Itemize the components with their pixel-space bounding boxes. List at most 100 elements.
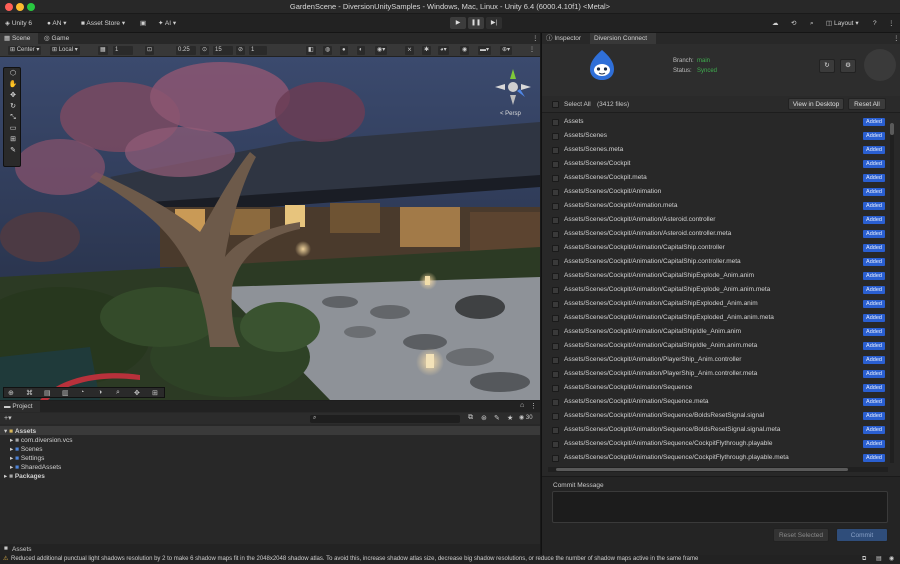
file-row[interactable]: Assets/Scenes/Cockpit/Animation/Sequence… xyxy=(542,437,885,451)
reset-all-button[interactable]: Reset All xyxy=(848,98,886,110)
file-row[interactable]: Assets/Scenes/Cockpit/Animation/CapitalS… xyxy=(542,283,885,297)
file-list-scrollbar-horizontal[interactable] xyxy=(548,467,888,472)
file-row[interactable]: Assets/Scenes Added xyxy=(542,129,885,143)
search-icon[interactable]: ⌕ xyxy=(810,17,814,30)
file-row[interactable]: Assets/Scenes.meta Added xyxy=(542,143,885,157)
file-row[interactable]: Assets/Scenes/Cockpit/Animation.meta Adde… xyxy=(542,199,885,213)
unity-menu-button[interactable]: ◈ Unity 6 xyxy=(5,17,32,30)
pane-menu-icon[interactable]: ⋮ xyxy=(528,33,539,44)
vertical-scroll-thumb[interactable] xyxy=(890,123,894,135)
gizmos-dropdown[interactable]: ⊕▾ xyxy=(500,46,513,55)
file-checkbox[interactable] xyxy=(552,441,559,448)
console-last-message[interactable]: Reduced additional punctual light shadow… xyxy=(11,555,841,564)
file-row[interactable]: Assets/Scenes/Cockpit/Animation/CapitalS… xyxy=(542,241,885,255)
tree-item-settings[interactable]: ▸ ■ Settings xyxy=(10,454,44,462)
file-checkbox[interactable] xyxy=(552,217,559,224)
pivot-dropdown[interactable]: ⊞ Center ▾ xyxy=(8,46,42,55)
project-search-input[interactable]: ⌕ xyxy=(310,415,460,423)
audio-dropdown[interactable]: ◕▾ xyxy=(438,46,449,55)
user-avatar[interactable] xyxy=(864,49,896,81)
shading-wire-icon[interactable]: ◍ xyxy=(323,46,333,55)
file-checkbox[interactable] xyxy=(552,147,559,154)
refresh-button[interactable]: ↻ xyxy=(819,59,835,73)
file-checkbox[interactable] xyxy=(552,385,559,392)
tab-game[interactable]: ◎ Game xyxy=(40,33,78,44)
file-row[interactable]: Assets/Scenes/Cockpit/Animation/CapitalS… xyxy=(542,311,885,325)
overlay-tool-5-icon[interactable]: ◔ xyxy=(80,389,84,396)
project-menu-icon[interactable]: ⋮ xyxy=(530,402,537,410)
debug-icon[interactable]: ⧉ xyxy=(862,555,866,564)
step-button[interactable]: ▶| xyxy=(486,17,502,29)
scale-tool-icon[interactable]: ⤡ xyxy=(6,113,20,123)
file-row[interactable]: Assets/Scenes/Cockpit/Animation/PlayerSh… xyxy=(542,353,885,367)
shading-lit-icon[interactable]: ◐ xyxy=(357,46,365,55)
overlay-tool-6-icon[interactable]: ◑ xyxy=(98,389,102,396)
snap-angle-icon[interactable]: ⊙ xyxy=(200,46,210,55)
hidden-packages-count[interactable]: ◉ 30 xyxy=(519,414,533,421)
file-row[interactable]: Assets/Scenes/Cockpit/Animation/Sequence… xyxy=(542,451,885,465)
visibility-toggle-icon[interactable]: ◉ xyxy=(460,46,470,55)
file-row[interactable]: Assets Added xyxy=(542,115,885,129)
asset-store-button[interactable]: ■ Asset Store ▾ xyxy=(81,17,125,30)
file-checkbox[interactable] xyxy=(552,259,559,266)
space-dropdown[interactable]: ⊞ Local ▾ xyxy=(50,46,80,55)
help-icon[interactable]: ? xyxy=(873,17,877,30)
file-checkbox[interactable] xyxy=(552,175,559,182)
file-list-scrollbar-vertical[interactable] xyxy=(890,123,894,463)
favorite-icon[interactable]: ✎ xyxy=(494,414,500,422)
rect-tool-icon[interactable]: ▭ xyxy=(6,124,20,134)
snap-angle-field[interactable]: 15 xyxy=(213,46,233,55)
settings-button[interactable]: ⚙ xyxy=(840,59,856,73)
select-all-checkbox[interactable] xyxy=(552,101,559,108)
snap-increment-field[interactable]: 1 xyxy=(249,46,267,55)
overlay-tool-2-icon[interactable]: ⌘ xyxy=(26,389,33,397)
file-checkbox[interactable] xyxy=(552,189,559,196)
create-add-button[interactable]: +▾ xyxy=(4,414,12,422)
move-tool-icon[interactable]: ✥ xyxy=(6,91,20,101)
file-checkbox[interactable] xyxy=(552,455,559,462)
file-row[interactable]: Assets/Scenes/Cockpit/Animation/CapitalS… xyxy=(542,297,885,311)
overlay-tool-1-icon[interactable]: ⊕ xyxy=(8,389,14,397)
transform-tool-icon[interactable]: ⊞ xyxy=(6,135,20,145)
more-menu-icon[interactable]: ⋮ xyxy=(888,17,895,30)
lighting-toggle-icon[interactable]: ✱ xyxy=(422,46,432,55)
file-checkbox[interactable] xyxy=(552,343,559,350)
lock-icon[interactable]: ⌂ xyxy=(520,402,524,409)
file-row[interactable]: Assets/Scenes/Cockpit/Animation/Asteroid… xyxy=(542,227,885,241)
overlay-tool-4-icon[interactable]: ▥ xyxy=(62,389,69,397)
file-checkbox[interactable] xyxy=(552,399,559,406)
filter-type-icon[interactable]: ⧉ xyxy=(468,414,473,422)
overlay-tool-8-icon[interactable]: ✥ xyxy=(134,389,140,397)
play-button[interactable]: ▶ xyxy=(450,17,466,29)
commit-button[interactable]: Commit xyxy=(836,528,888,542)
draw-mode-icon[interactable]: ◧ xyxy=(306,46,316,55)
file-checkbox[interactable] xyxy=(552,287,559,294)
file-checkbox[interactable] xyxy=(552,119,559,126)
overlay-tool-7-icon[interactable]: ⌕ xyxy=(116,389,120,397)
snap-increment-icon[interactable]: ⊘ xyxy=(236,46,246,55)
file-row[interactable]: Assets/Scenes/Cockpit.meta Added xyxy=(542,171,885,185)
tree-item-sharedassets[interactable]: ▸ ■ SharedAssets xyxy=(10,463,61,471)
cloud-icon[interactable]: ☁ xyxy=(772,17,779,30)
file-checkbox[interactable] xyxy=(552,301,559,308)
scene-viewport[interactable]: ⬡ ✋ ✥ ↻ ⤡ ▭ ⊞ ✎ < Persp ⊕ ⌘ ▤ ▥ ◔ ◑ ⌕ ✥ … xyxy=(0,57,540,400)
file-checkbox[interactable] xyxy=(552,427,559,434)
layout-dropdown[interactable]: ◫ Layout ▾ xyxy=(826,17,859,30)
camera-dropdown[interactable]: ▬▾ xyxy=(478,46,492,55)
file-checkbox[interactable] xyxy=(552,133,559,140)
history-icon[interactable]: ⟲ xyxy=(791,17,796,30)
tree-item-com-diversion-vcs[interactable]: ▸ ■ com.diversion.vcs xyxy=(10,436,72,444)
file-checkbox[interactable] xyxy=(552,357,559,364)
file-row[interactable]: Assets/Scenes/Cockpit/Animation/Sequence… xyxy=(542,423,885,437)
tree-item-packages[interactable]: ▸ ■ Packages xyxy=(4,472,45,480)
tool-menu-icon[interactable]: ⬡ xyxy=(6,69,20,79)
file-row[interactable]: Assets/Scenes/Cockpit/Animation/Asteroid… xyxy=(542,213,885,227)
tree-item-scenes[interactable]: ▸ ■ Scenes xyxy=(10,445,43,453)
grid-size-field[interactable]: 1 xyxy=(113,46,133,55)
file-row[interactable]: Assets/Scenes/Cockpit/Animation/Sequence… xyxy=(542,381,885,395)
file-checkbox[interactable] xyxy=(552,329,559,336)
tab-scene[interactable]: ▦ Scene xyxy=(0,33,38,44)
2d-toggle-icon[interactable]: ⨯ xyxy=(405,46,415,55)
file-checkbox[interactable] xyxy=(552,245,559,252)
tree-item-assets[interactable]: ▾ ■ Assets xyxy=(4,427,36,435)
